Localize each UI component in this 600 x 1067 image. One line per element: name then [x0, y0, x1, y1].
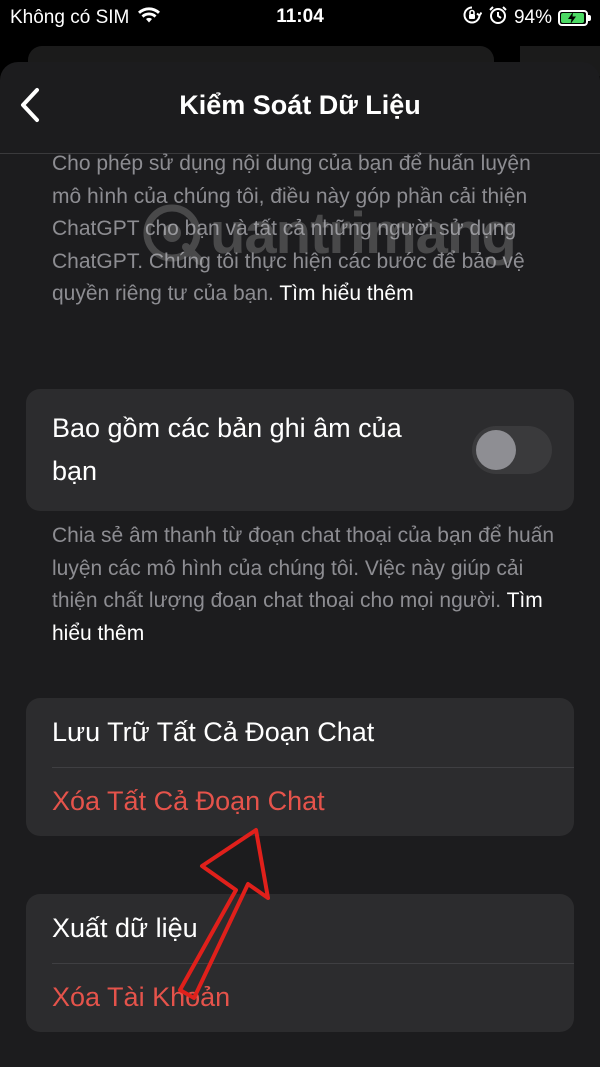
export-data-label: Xuất dữ liệu — [52, 913, 198, 943]
export-data-button[interactable]: Xuất dữ liệu — [26, 894, 574, 963]
voice-recordings-card: Bao gồm các bản ghi âm của bạn — [26, 389, 574, 511]
divider — [52, 767, 574, 768]
delete-all-chats-button[interactable]: Xóa Tất Cả Đoạn Chat — [26, 767, 574, 836]
rotation-lock-icon — [462, 5, 483, 31]
navigation-bar: Kiểm Soát Dữ Liệu — [0, 62, 600, 154]
screen: Không có SIM 11:04 94% Kiểm Soát Dữ Liệu… — [0, 0, 600, 1067]
learn-more-link[interactable]: Tìm hiểu thêm — [279, 282, 413, 305]
training-description: Cho phép sử dụng nội dung của bạn để huấ… — [52, 148, 562, 311]
delete-all-chats-label: Xóa Tất Cả Đoạn Chat — [52, 786, 325, 816]
alarm-clock-icon — [488, 5, 508, 31]
battery-charging-icon — [558, 10, 591, 26]
chat-actions-card: Lưu Trữ Tất Cả Đoạn Chat Xóa Tất Cả Đoạn… — [26, 698, 574, 836]
voice-description-text: Chia sẻ âm thanh từ đoạn chat thoại của … — [52, 524, 555, 612]
voice-recordings-row: Bao gồm các bản ghi âm của bạn — [26, 389, 574, 511]
account-actions-card: Xuất dữ liệu Xóa Tài Khoản — [26, 894, 574, 1032]
voice-recordings-toggle[interactable] — [472, 426, 552, 474]
delete-account-button[interactable]: Xóa Tài Khoản — [26, 963, 574, 1032]
data-controls-sheet: Kiểm Soát Dữ Liệu Cho phép sử dụng nội d… — [0, 62, 600, 1067]
archive-all-chats-label: Lưu Trữ Tất Cả Đoạn Chat — [52, 717, 375, 747]
archive-all-chats-button[interactable]: Lưu Trữ Tất Cả Đoạn Chat — [26, 698, 574, 767]
voice-recordings-label: Bao gồm các bản ghi âm của bạn — [52, 413, 402, 486]
status-right: 94% — [462, 5, 591, 31]
divider — [52, 963, 574, 964]
toggle-knob — [476, 430, 516, 470]
battery-percent: 94% — [513, 7, 552, 28]
delete-account-label: Xóa Tài Khoản — [52, 982, 231, 1012]
page-title: Kiểm Soát Dữ Liệu — [179, 90, 421, 120]
voice-description: Chia sẻ âm thanh từ đoạn chat thoại của … — [52, 520, 562, 650]
status-bar: Không có SIM 11:04 94% — [0, 0, 600, 34]
